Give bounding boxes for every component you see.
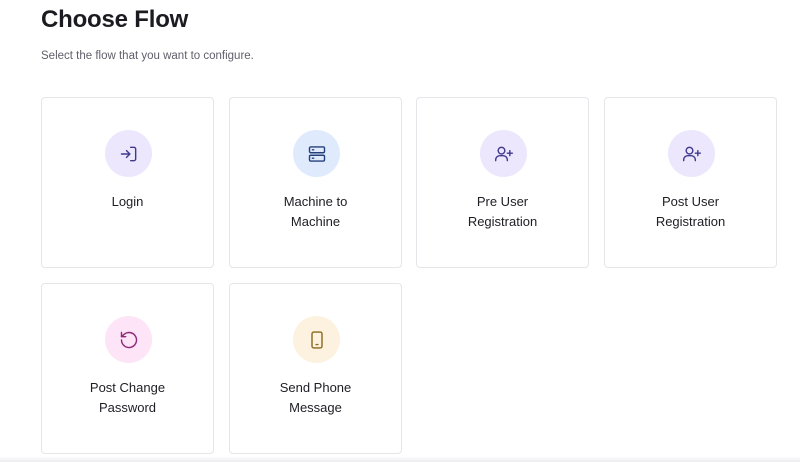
login-icon-badge <box>105 130 152 177</box>
pre-user-registration-icon-badge <box>480 130 527 177</box>
phone-icon <box>310 330 323 349</box>
flow-card-label-line1: Post Change <box>89 380 166 395</box>
flow-card-login[interactable]: Login <box>41 97 214 268</box>
flow-card-label-line2: Machine <box>290 213 341 229</box>
flow-card-label: Post Change Password <box>52 378 203 417</box>
rotate-ccw-icon <box>120 331 137 348</box>
user-add-icon <box>682 146 701 161</box>
flow-card-label: Send Phone Message <box>240 378 391 417</box>
page-title: Choose Flow <box>41 6 189 33</box>
flow-card-label-line1: Send Phone <box>279 380 352 395</box>
flow-card-label-line2: Password <box>98 399 157 415</box>
flow-card-label: Pre User Registration <box>427 192 578 231</box>
login-arrow-icon <box>120 146 136 161</box>
post-user-registration-icon-badge <box>668 130 715 177</box>
flow-card-label-line2: Registration <box>655 213 726 229</box>
page-subtitle: Select the flow that you want to configu… <box>41 50 254 62</box>
flow-card-post-change-password[interactable]: Post Change Password <box>41 283 214 454</box>
machine-to-machine-icon-badge <box>293 130 340 177</box>
flow-card-send-phone-message[interactable]: Send Phone Message <box>229 283 402 454</box>
flow-card-label-line1: Machine to <box>283 194 348 209</box>
flow-card-post-user-registration[interactable]: Post User Registration <box>604 97 777 268</box>
flow-card-label-line1: Pre User <box>476 194 529 209</box>
flow-card-label: Login <box>52 192 203 212</box>
flow-card-label: Post User Registration <box>615 192 766 231</box>
send-phone-message-icon-badge <box>293 316 340 363</box>
server-icon <box>308 145 325 162</box>
flow-card-pre-user-registration[interactable]: Pre User Registration <box>416 97 589 268</box>
bottom-edge-shadow <box>0 456 800 462</box>
post-change-password-icon-badge <box>105 316 152 363</box>
flow-card-label-line1: Post User <box>661 194 720 209</box>
flow-card-label: Machine to Machine <box>240 192 391 231</box>
user-add-icon <box>494 146 513 161</box>
flow-card-label-line2: Message <box>289 399 342 415</box>
flow-card-machine-to-machine[interactable]: Machine to Machine <box>229 97 402 268</box>
flow-card-label-line2: Registration <box>467 213 538 229</box>
flow-card-label-line1: Login <box>111 194 144 209</box>
